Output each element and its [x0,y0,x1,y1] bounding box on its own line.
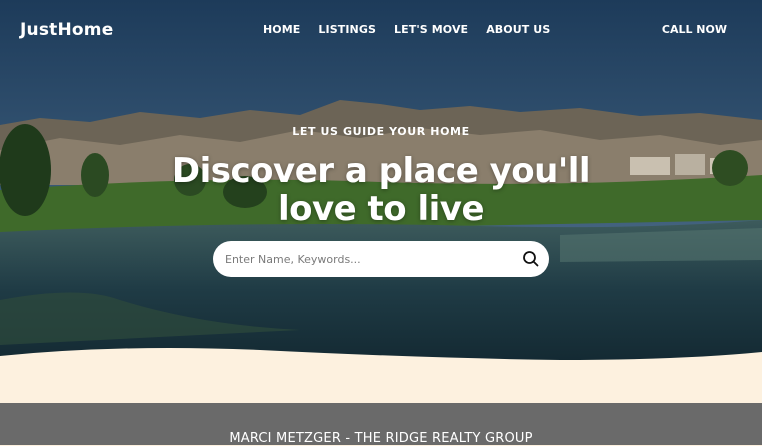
search-input[interactable] [225,241,515,277]
nav-item-about-us[interactable]: ABOUT US [486,23,550,36]
search-icon[interactable] [521,249,541,269]
nav-item-listings[interactable]: LISTINGS [318,23,376,36]
call-now-link[interactable]: CALL NOW [662,23,727,36]
search-bar [213,241,549,277]
main-menu: HOME LISTINGS LET'S MOVE ABOUT US [263,23,550,36]
hero-headline-line-2: love to live [277,189,485,229]
agent-banner: MARCI METZGER - THE RIDGE REALTY GROUP [0,403,762,446]
brand-logo[interactable]: JustHome [20,20,113,40]
top-navigation: JustHome HOME LISTINGS LET'S MOVE ABOUT … [0,0,762,60]
hero-headline: Discover a place you'll love to live [0,152,762,228]
hero-eyebrow: LET US GUIDE YOUR HOME [292,125,470,138]
hero-headline-line-1: Discover a place you'll [171,151,591,191]
nav-item-home[interactable]: HOME [263,23,300,36]
hero-section: JustHome HOME LISTINGS LET'S MOVE ABOUT … [0,0,762,360]
agent-banner-title: MARCI METZGER - THE RIDGE REALTY GROUP [229,431,533,446]
hero-wave-divider [0,348,762,368]
nav-item-lets-move[interactable]: LET'S MOVE [394,23,468,36]
